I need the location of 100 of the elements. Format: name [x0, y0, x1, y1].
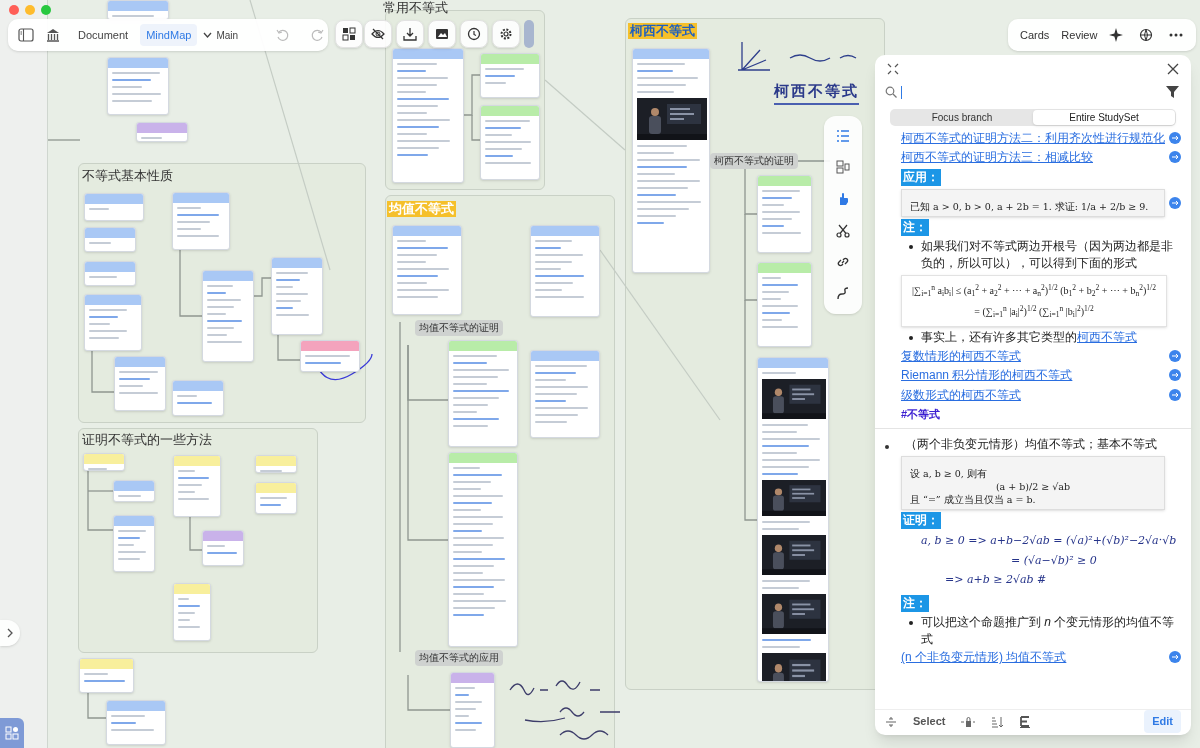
- filter-button[interactable]: [1166, 86, 1179, 98]
- settings-button[interactable]: [492, 20, 520, 48]
- close-icon: [1167, 63, 1179, 75]
- edit-button[interactable]: Edit: [1144, 710, 1181, 733]
- more-icon: [1169, 33, 1184, 37]
- formula-line: = (∑$_{i=1}$$^{n}$ |a$_{i}$|$^{2}$)$^{1/2}$ (∑$_{i=1}$$^{n}$ |b$_{i}$|$^{2}$)$^{1/2}$: [974, 304, 1094, 319]
- section-label: 证明：: [901, 512, 941, 529]
- download-icon: [403, 27, 417, 41]
- zoom-icon[interactable]: [41, 5, 51, 15]
- select-button[interactable]: Select: [913, 713, 946, 730]
- divide-icon: [885, 715, 897, 728]
- section-title: 均值不等式: [387, 201, 456, 217]
- bullet-icon: [909, 620, 913, 625]
- sparkle-icon: [1109, 28, 1124, 42]
- note-link[interactable]: 柯西不等式的证明方法二：利用齐次性进行规范化: [901, 128, 1165, 147]
- view-tab[interactable]: Document: [72, 23, 135, 47]
- undo-button[interactable]: [276, 28, 290, 42]
- search-icon: [885, 86, 897, 98]
- minimize-icon[interactable]: [25, 5, 35, 15]
- card-text: 已知 a > 0, b > 0, a + 2b = 1. 求证: 1/a + 2/b ≥ 9.: [910, 200, 1150, 213]
- close-icon[interactable]: [9, 5, 19, 15]
- go-button[interactable]: [1169, 369, 1181, 382]
- blocks-button[interactable]: [335, 20, 363, 48]
- section-title: 不等式基本性质: [81, 168, 174, 184]
- go-button[interactable]: [1169, 151, 1181, 164]
- lock-icon: [961, 715, 976, 728]
- eye-slash-icon: [371, 27, 385, 41]
- view-tab[interactable]: MindMap: [140, 23, 198, 47]
- branch-dropdown[interactable]: Main: [203, 27, 239, 43]
- close-button[interactable]: [1167, 63, 1179, 75]
- scrollbar-thumb[interactable]: [524, 20, 534, 48]
- split-button[interactable]: [885, 715, 897, 728]
- collapse-button[interactable]: [887, 63, 899, 75]
- connector-line: [179, 249, 203, 317]
- handwritten-line: a, b ≥ 0 => a+b−2√ab = (√a)²+(√b)²−2√a·√b: [921, 533, 1178, 549]
- go-button[interactable]: [1169, 197, 1181, 209]
- curve-icon: [836, 287, 850, 302]
- connector-line: [407, 674, 451, 711]
- bullet-icon: [909, 336, 913, 340]
- axes-drawing: [737, 41, 771, 71]
- bullet-text: 如果我们对不等式两边开根号（因为两边都是非负的，所以可以），可以得到下面的形式: [921, 238, 1174, 272]
- more-button[interactable]: [1169, 33, 1184, 37]
- sidebar-icon: [18, 28, 34, 42]
- note-link[interactable]: 复数情形的柯西不等式: [901, 346, 1021, 365]
- note-link[interactable]: 柯西不等式的证明方法三：相减比较: [901, 148, 1093, 167]
- tag-label[interactable]: #不等式: [901, 405, 1181, 422]
- library-icon: [46, 28, 60, 42]
- scope-tab[interactable]: Focus branch: [891, 110, 1033, 125]
- bullet-icon: [885, 445, 889, 449]
- sort-icon: [991, 715, 1005, 728]
- toolbar-button[interactable]: Review: [1057, 26, 1102, 44]
- history-button[interactable]: [460, 20, 488, 48]
- arrow-right-icon: [1171, 134, 1179, 141]
- filter-icon: [1166, 86, 1179, 98]
- note-link[interactable]: (n 个非负变元情形) 均值不等式: [901, 648, 1067, 667]
- go-button[interactable]: [1169, 651, 1181, 664]
- arrow-right-icon: [1171, 372, 1179, 379]
- mindmap-node[interactable]: 均值不等式的应用: [415, 650, 503, 666]
- toolbar-button[interactable]: Cards: [1016, 26, 1054, 44]
- sparkle-button[interactable]: [1109, 28, 1124, 42]
- image-button[interactable]: [428, 20, 456, 48]
- download-button[interactable]: [396, 20, 424, 48]
- list-icon: [836, 128, 850, 143]
- redo-icon: [311, 28, 325, 42]
- go-button[interactable]: [1169, 388, 1181, 401]
- note-link[interactable]: 柯西不等式: [1077, 330, 1137, 344]
- lock-button[interactable]: [961, 715, 976, 728]
- connector-line: [277, 334, 301, 361]
- arrow-right-icon: [1171, 654, 1179, 661]
- redo-button[interactable]: [311, 28, 325, 42]
- note-card[interactable]: [632, 48, 710, 273]
- connector-line: [91, 350, 115, 393]
- handwriting-scribble: [559, 730, 609, 740]
- formula-line: |∑$_{i=1}$$^{n}$ a$_{i}$b$_{i}$| ≤ (a$_{1}$$^{2}$ + a$_{2}$$^{2}$ + ⋯ + a$_{n}$$^{2}$)$^{1/2}$ (b$_{1}$$^{2}$ + b$_{2}$$^{2}$ + ⋯ + b$_{n}$$^{2}$)$^{1/2}$: [912, 283, 1156, 298]
- mindmap-node[interactable]: 柯西不等式的证明: [710, 153, 798, 169]
- section-title: 常用不等式: [382, 0, 449, 16]
- chevron-right-icon: [7, 628, 13, 638]
- hide-button[interactable]: [364, 20, 392, 48]
- section-label: 应用：: [901, 169, 941, 186]
- connector-line: [47, 139, 81, 141]
- card-preview[interactable]: 已知 a > 0, b > 0, a + 2b = 1. 求证: 1/a + 2/b ≥ 9.: [901, 189, 1165, 217]
- scissors-icon: [836, 223, 850, 238]
- expand-button[interactable]: [0, 620, 20, 646]
- mindmap-node[interactable]: 均值不等式的证明: [415, 320, 503, 336]
- arrow-right-icon: [1171, 200, 1179, 206]
- go-button[interactable]: [1169, 131, 1181, 144]
- handwritten-line: => a+b ≥ 2√ab #: [944, 572, 1048, 588]
- scope-tab[interactable]: Entire StudySet: [1033, 110, 1175, 125]
- card-preview[interactable]: 设 a, b ≥ 0, 则有 (a + b)/2 ≥ √ab 且 “=” 成立当且仅当 a = b.: [901, 456, 1165, 510]
- apps-button[interactable]: [0, 718, 24, 748]
- connector-line: [87, 692, 107, 719]
- go-button[interactable]: [1169, 349, 1181, 362]
- note-card[interactable]: [757, 357, 829, 682]
- sync-button[interactable]: [1139, 28, 1154, 42]
- card-text: (a + b)/2 ≥ √ab: [994, 480, 1072, 493]
- note-link[interactable]: 级数形式的柯西不等式: [901, 385, 1021, 404]
- sort-button[interactable]: [991, 715, 1005, 728]
- format-button[interactable]: [1020, 715, 1031, 728]
- clock-icon: [467, 27, 481, 41]
- note-link[interactable]: Riemann 积分情形的柯西不等式: [901, 366, 1073, 385]
